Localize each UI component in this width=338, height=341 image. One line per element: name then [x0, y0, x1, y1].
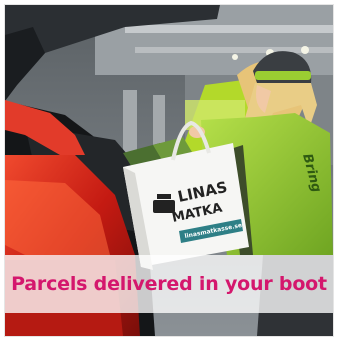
- card-caption[interactable]: Parcels delivered in your boot: [5, 255, 333, 313]
- promo-card[interactable]: Bring LINAS MATKA linasmatkasse.se Parce…: [5, 5, 333, 336]
- caption-band: Parcels delivered in your boot: [5, 255, 333, 313]
